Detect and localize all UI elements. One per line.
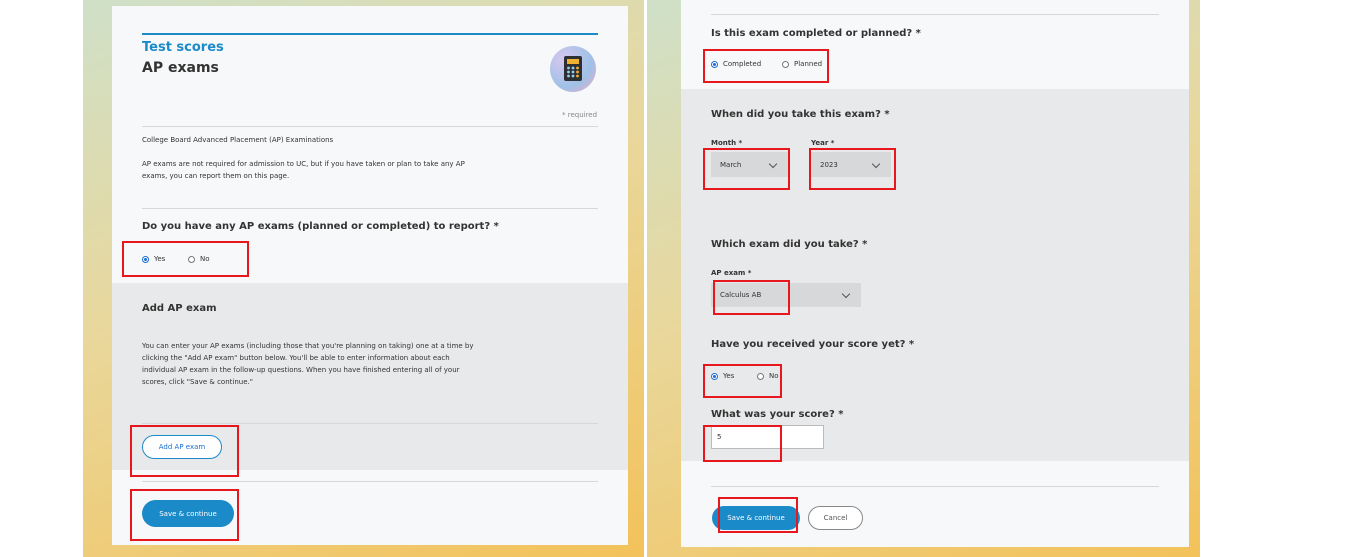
exam-details-section: [681, 89, 1189, 461]
year-label: Year *: [811, 139, 835, 147]
exam-status-question: Is this exam completed or planned? *: [711, 28, 921, 39]
highlight-box: [130, 489, 239, 541]
title-rule: [142, 33, 598, 35]
required-note: * required: [562, 111, 598, 119]
highlight-box: [809, 148, 896, 190]
highlight-box: [703, 425, 782, 462]
divider: [711, 486, 1159, 487]
ap-exam-label: AP exam *: [711, 269, 752, 277]
calculator-glyph: [564, 56, 582, 81]
highlight-box: [718, 497, 798, 533]
divider: [142, 481, 598, 482]
calculator-icon: [550, 46, 596, 92]
section-caption: College Board Advanced Placement (AP) Ex…: [142, 136, 334, 144]
divider: [142, 423, 598, 424]
add-desc-1: You can enter your AP exams (including t…: [142, 342, 474, 350]
ap-exams-question: Do you have any AP exams (planned or com…: [142, 221, 499, 232]
highlight-box: [703, 49, 829, 83]
chevron-down-icon: [841, 289, 851, 299]
intro-line-2: exams, you can report them on this page.: [142, 172, 290, 180]
month-label: Month *: [711, 139, 743, 147]
highlight-box: [713, 280, 790, 315]
page-title: Test scores: [142, 40, 224, 55]
divider: [142, 208, 598, 209]
add-desc-4: scores, click "Save & continue.": [142, 378, 253, 386]
highlight-box: [122, 241, 249, 277]
divider: [711, 14, 1159, 15]
cancel-button[interactable]: Cancel: [808, 506, 863, 530]
highlight-box: [703, 364, 782, 398]
add-desc-2: clicking the "Add AP exam" button below.…: [142, 354, 450, 362]
score-question: What was your score? *: [711, 409, 844, 420]
highlight-box: [130, 425, 239, 477]
exam-date-question: When did you take this exam? *: [711, 109, 890, 120]
divider: [142, 126, 598, 127]
add-ap-exam-heading: Add AP exam: [142, 303, 217, 314]
intro-line-1: AP exams are not required for admission …: [142, 160, 465, 168]
add-desc-3: individual AP exam in the follow-up ques…: [142, 366, 460, 374]
score-received-question: Have you received your score yet? *: [711, 339, 915, 350]
highlight-box: [703, 148, 790, 190]
page-subtitle: AP exams: [142, 60, 219, 76]
exam-name-question: Which exam did you take? *: [711, 239, 868, 250]
